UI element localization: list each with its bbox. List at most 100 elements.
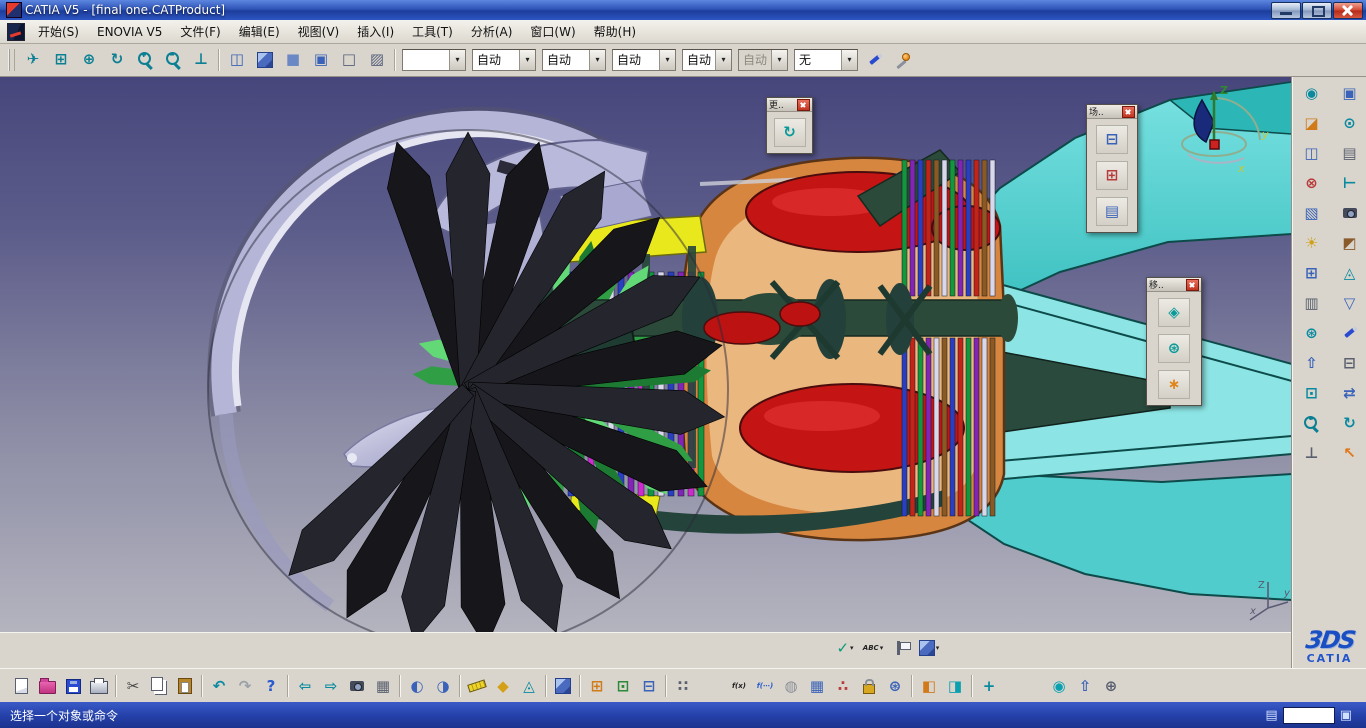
manipulation-compass-icon-button[interactable]: ◈ (1158, 298, 1190, 327)
fly-back-icon-button[interactable]: ⇦ (292, 674, 318, 698)
measure-ruler-icon-button[interactable] (464, 674, 490, 698)
line-type-select[interactable]: 自动 ▾ (542, 48, 606, 71)
view-graph-icon-button[interactable]: ▦ (370, 674, 396, 698)
rotate-icon-button[interactable]: ↻ (103, 46, 131, 73)
mass-properties-icon-button[interactable]: ◆ (490, 674, 516, 698)
toolbar-grip[interactable] (8, 48, 15, 71)
3d-compass[interactable]: Z y x (1168, 80, 1272, 188)
enter-workbench-icon-button[interactable]: ◨ (942, 674, 968, 698)
fly-mode-icon-button[interactable]: ✈ (19, 46, 47, 73)
menu-item-start[interactable]: 开始(S) (29, 20, 88, 43)
scene-icon-button[interactable]: ⊞ (1298, 260, 1326, 286)
chevron-down-icon[interactable]: ▾ (589, 49, 605, 70)
menu-item-tools[interactable]: 工具(T) (403, 20, 462, 43)
tools-palette-icon-button[interactable]: ⊕ (1098, 674, 1124, 698)
scene-browser-icon-button[interactable]: ⊞ (1096, 161, 1128, 190)
line-color-select[interactable]: ▾ (402, 48, 466, 71)
smart-move-icon-button[interactable]: ∗ (1158, 370, 1190, 399)
chevron-down-icon[interactable]: ▾ (880, 644, 884, 652)
upload-icon-button[interactable]: ⇧ (1072, 674, 1098, 698)
layer-select[interactable]: 无 ▾ (794, 48, 858, 71)
save-icon-button[interactable] (60, 674, 86, 698)
zoom-dock-icon-button[interactable] (1298, 410, 1326, 436)
help-icon-button[interactable]: ? (258, 674, 284, 698)
dialog-icon[interactable]: ▤ (1265, 709, 1277, 722)
undo-icon-button[interactable]: ↶ (206, 674, 232, 698)
pan-icon-button[interactable]: ⊕ (75, 46, 103, 73)
chevron-down-icon[interactable]: ▾ (850, 644, 854, 652)
shaded-edges-icon-button[interactable]: ▣ (307, 46, 335, 73)
relations-icon-button[interactable]: f(⋯) (752, 674, 778, 698)
paste-icon-button[interactable] (172, 674, 198, 698)
close-icon[interactable] (797, 98, 810, 111)
flag-note-icon-button[interactable]: ▾ (888, 636, 914, 660)
graphic-properties-brush-icon-button[interactable] (861, 46, 889, 73)
chevron-down-icon[interactable]: ▾ (841, 49, 857, 70)
normal-view-icon-button[interactable]: ⊥ (187, 46, 215, 73)
3d-viewport[interactable]: 更.. ↻ 场.. ⊟ ⊞ ▤ 移.. ◈ ⊛ ∗ Z y x Z y x (0, 76, 1292, 632)
menu-item-view[interactable]: 视图(V) (289, 20, 349, 43)
update-palette[interactable]: 更.. ↻ (766, 97, 813, 154)
publish-icon-button[interactable]: ⇧ (1298, 350, 1326, 376)
menu-item-enovia[interactable]: ENOVIA V5 (88, 22, 171, 42)
tree-icon-button[interactable]: ⊟ (1336, 350, 1364, 376)
update-palette-titlebar[interactable]: 更.. (767, 98, 812, 112)
menu-item-help[interactable]: 帮助(H) (585, 20, 645, 43)
update-refresh-icon-button[interactable]: ↻ (773, 118, 806, 147)
move-palette[interactable]: 移.. ◈ ⊛ ∗ (1146, 277, 1202, 406)
new-file-icon-button[interactable] (8, 674, 34, 698)
expand-icon[interactable]: ▣ (1340, 709, 1352, 722)
catia-app-icon[interactable] (6, 2, 22, 18)
formula-icon-button[interactable]: f(x) (726, 674, 752, 698)
shaded-view-icon-button[interactable]: ■ (279, 46, 307, 73)
scene-palette[interactable]: 场.. ⊟ ⊞ ▤ (1086, 104, 1138, 233)
menu-item-window[interactable]: 窗口(W) (521, 20, 584, 43)
painter-wizard-icon-button[interactable] (889, 46, 917, 73)
chevron-down-icon[interactable]: ▾ (936, 644, 940, 652)
group-icon-button[interactable]: ⊡ (1298, 380, 1326, 406)
gear-icon-button[interactable]: ⊛ (1298, 320, 1326, 346)
enhanced-scene-icon-button[interactable]: ⊟ (1096, 125, 1128, 154)
design-table-icon-button[interactable]: ▦ (804, 674, 830, 698)
minimize-button[interactable] (1271, 1, 1301, 19)
lock-icon-button[interactable] (856, 674, 882, 698)
chevron-down-icon[interactable]: ▾ (659, 49, 675, 70)
network-icon-button[interactable]: ∴ (830, 674, 856, 698)
scene-palette-titlebar[interactable]: 场.. (1087, 105, 1137, 119)
close-icon[interactable] (1186, 278, 1199, 291)
close-icon[interactable] (1122, 105, 1135, 118)
maximize-button[interactable] (1302, 1, 1332, 19)
applied-material-icon-button[interactable]: ▾ (916, 636, 942, 660)
annotate-icon-button[interactable]: ▧ (1298, 200, 1326, 226)
light-icon-button[interactable]: ☀ (1298, 230, 1326, 256)
macro-icon-button[interactable]: ⊡ (610, 674, 636, 698)
fit-all-icon-button[interactable]: ⊞ (47, 46, 75, 73)
gear-pair-icon-button[interactable]: ⊛ (882, 674, 908, 698)
snap-gear-icon-button[interactable]: ⊛ (1158, 334, 1190, 363)
dmu-review-icon-button[interactable]: ◫ (1298, 140, 1326, 166)
menu-item-file[interactable]: 文件(F) (171, 20, 229, 43)
measure-dock-icon-button[interactable]: ◬ (1336, 260, 1364, 286)
swap-visible-icon-button[interactable]: ⇄ (1336, 380, 1364, 406)
space-cube-icon-button[interactable] (550, 674, 576, 698)
menu-item-edit[interactable]: 编辑(E) (230, 20, 289, 43)
kinematics-icon-button[interactable]: ⊙ (1336, 110, 1364, 136)
clash-icon-button[interactable]: ⊗ (1298, 170, 1326, 196)
measure-item-icon-button[interactable]: ◬ (516, 674, 542, 698)
open-file-icon-button[interactable] (34, 674, 60, 698)
iso-view-icon-button[interactable] (251, 46, 279, 73)
grid-icon-button[interactable]: ∷ (670, 674, 696, 698)
line-weight-select[interactable]: 自动 ▾ (612, 48, 676, 71)
chevron-down-icon[interactable]: ▾ (715, 49, 731, 70)
fly-forward-icon-button[interactable]: ⇨ (318, 674, 344, 698)
layers-icon-button[interactable]: ▥ (1298, 290, 1326, 316)
exit-workbench-icon-button[interactable]: ◧ (916, 674, 942, 698)
render-tools-icon-button[interactable]: ◉ (1298, 80, 1326, 106)
menu-item-analyze[interactable]: 分析(A) (462, 20, 522, 43)
behavior-icon-button[interactable]: ▣ (1336, 80, 1364, 106)
hide-show-icon-button[interactable]: ◐ (404, 674, 430, 698)
hidden-line-icon-button[interactable]: ▨ (363, 46, 391, 73)
wireframe-icon-button[interactable]: □ (335, 46, 363, 73)
print-icon-button[interactable] (86, 674, 112, 698)
section-icon-button[interactable]: ▤ (1336, 140, 1364, 166)
